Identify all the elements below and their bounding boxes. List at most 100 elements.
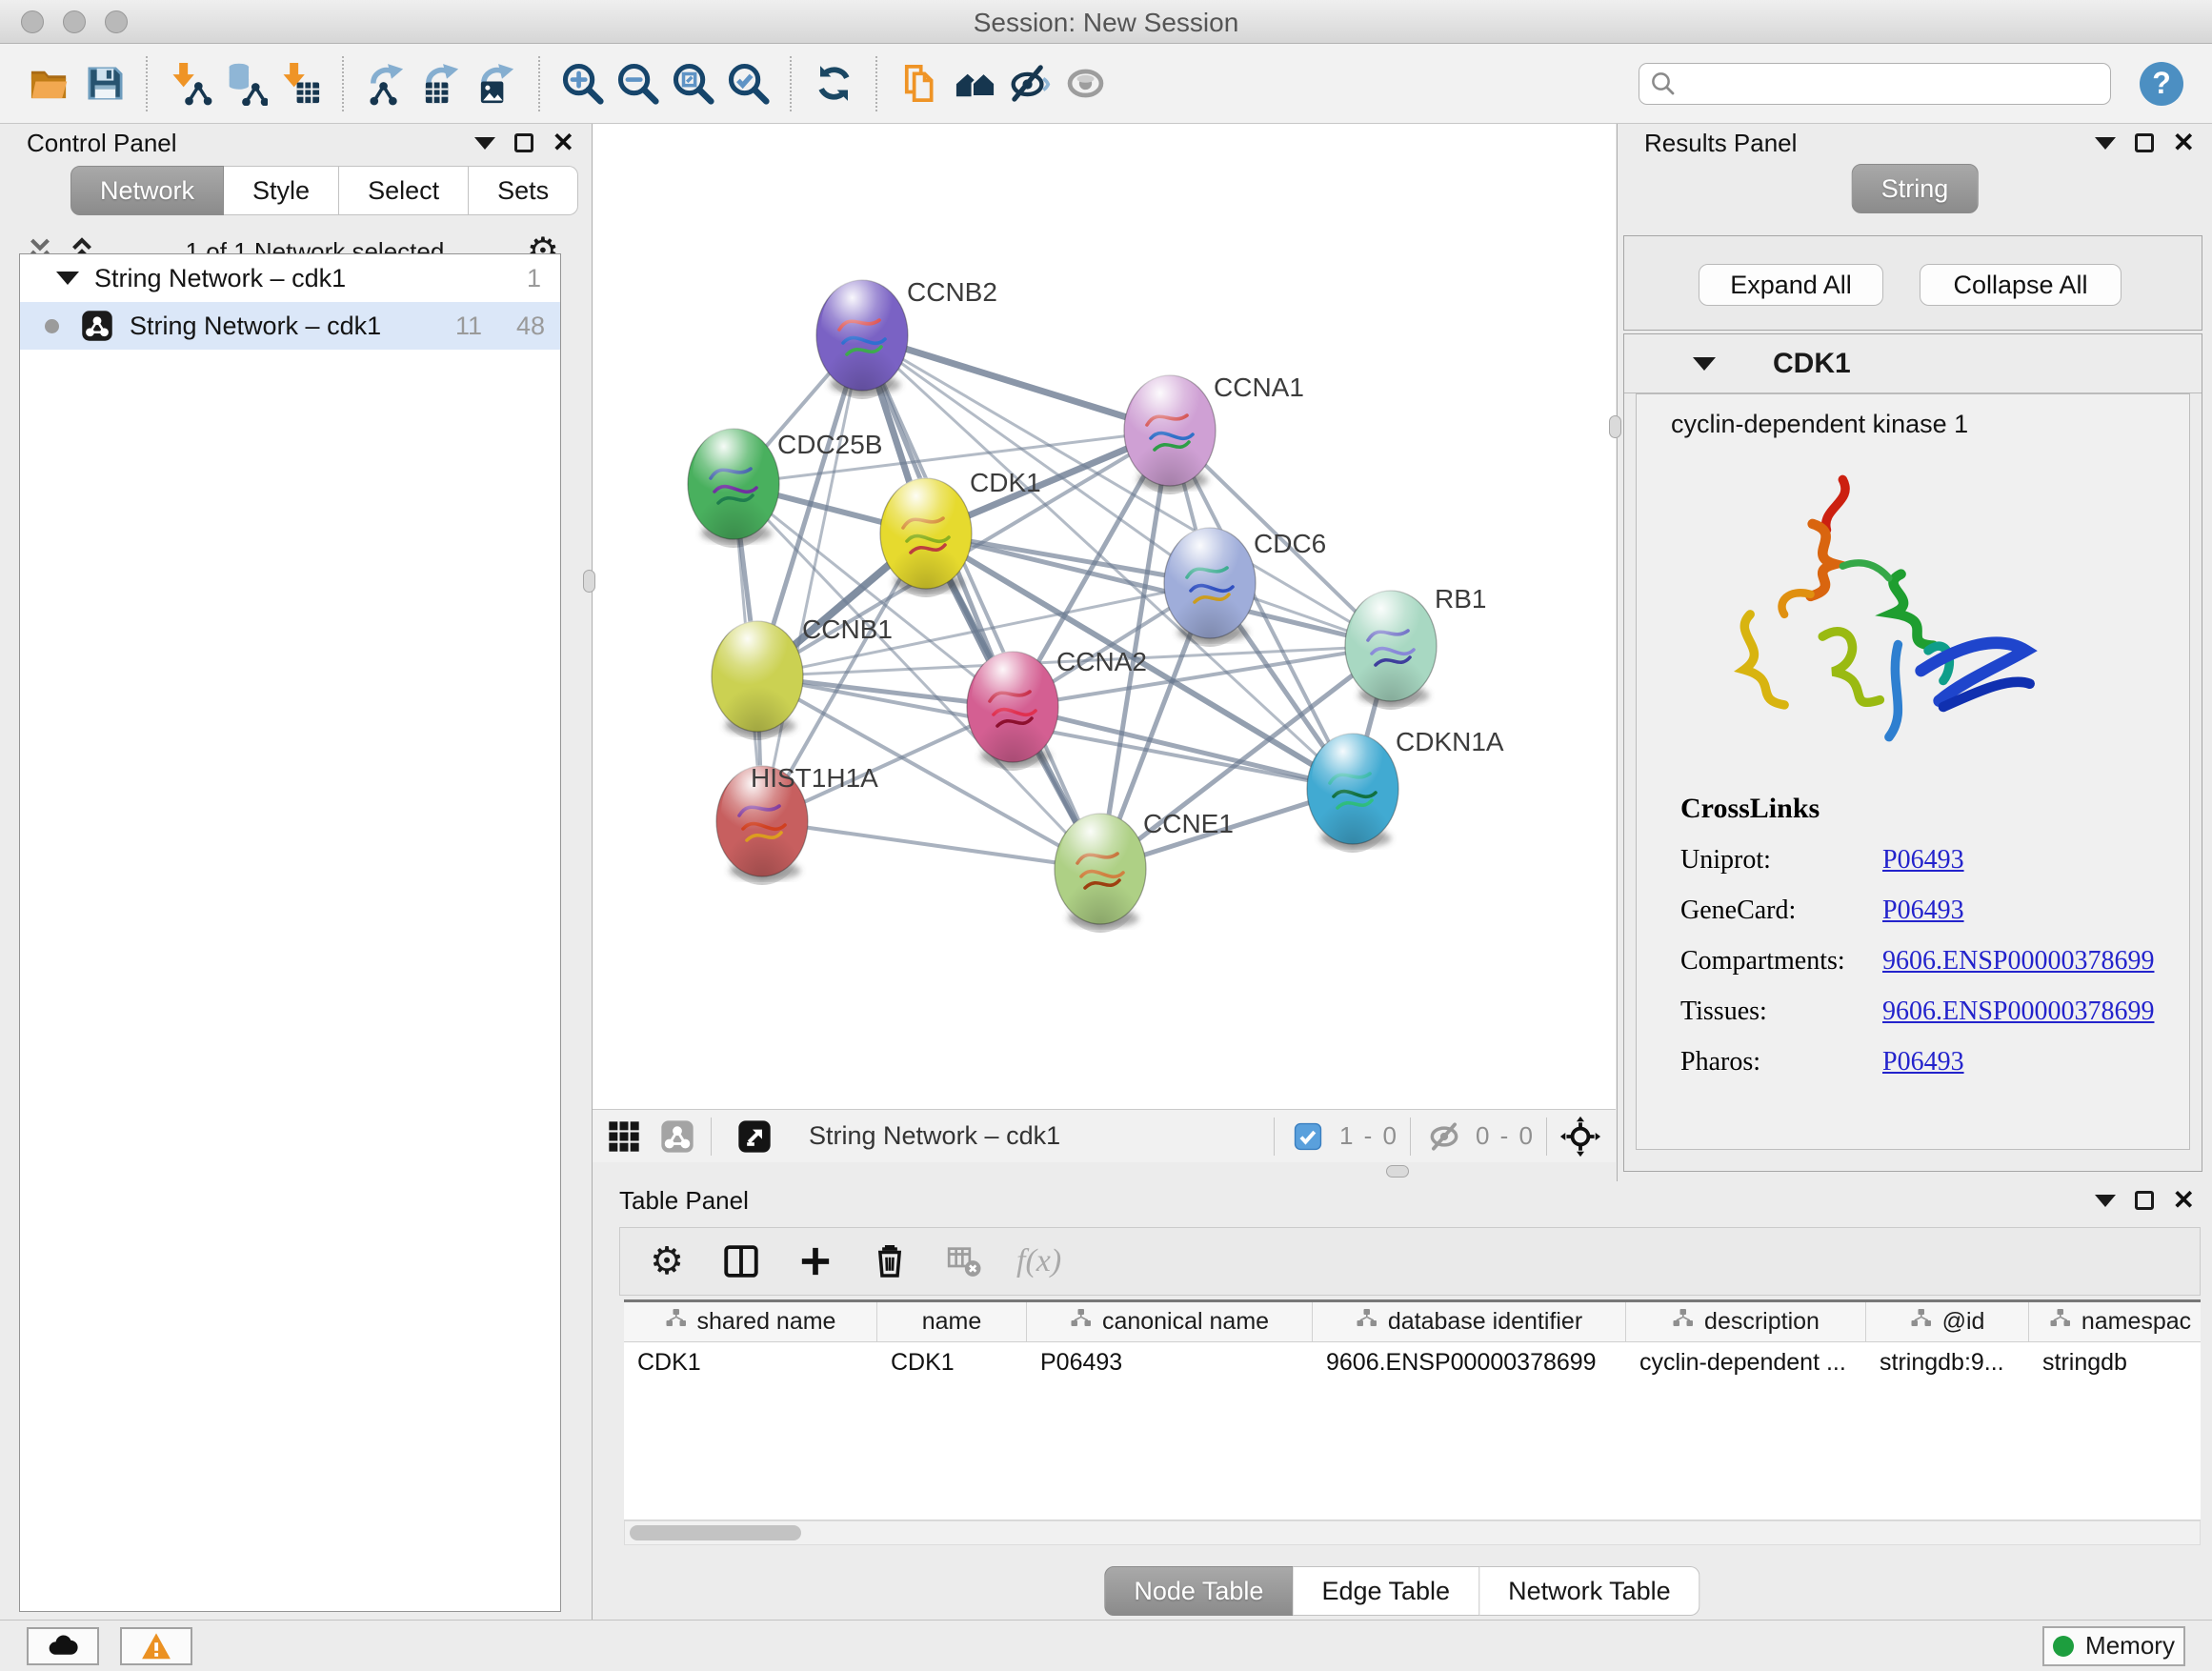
column-header-shared-name[interactable]: shared name	[624, 1302, 877, 1341]
refresh-button[interactable]	[806, 55, 861, 112]
help-button[interactable]: ?	[2140, 62, 2183, 106]
open-session-button[interactable]	[21, 55, 76, 112]
search-input[interactable]	[1678, 69, 2101, 98]
node-RB1[interactable]	[1345, 590, 1437, 710]
tab-node-table[interactable]: Node Table	[1104, 1566, 1293, 1616]
node-CCNA1[interactable]	[1124, 374, 1216, 494]
panel-float-icon[interactable]	[2135, 1191, 2154, 1210]
zoom-selected-button[interactable]	[720, 55, 775, 112]
column-header-database-identifier[interactable]: database identifier	[1313, 1302, 1626, 1341]
panel-float-icon[interactable]	[2135, 133, 2154, 152]
cloud-button[interactable]	[27, 1627, 99, 1665]
network-share-icon[interactable]	[655, 1115, 699, 1158]
crosslink-link[interactable]: P06493	[1882, 1037, 1964, 1087]
table-row[interactable]: CDK1CDK1P064939606.ENSP00000378699cyclin…	[624, 1342, 2201, 1382]
node-CDK1[interactable]	[880, 477, 972, 597]
open-in-window-icon[interactable]	[733, 1115, 776, 1158]
edge-HIST1H1A-CCNE1[interactable]	[762, 821, 1100, 869]
panel-menu-icon[interactable]	[2095, 137, 2116, 150]
node-CCNA2[interactable]	[967, 651, 1058, 771]
delete-column-icon[interactable]	[868, 1239, 912, 1283]
grid-view-icon[interactable]	[602, 1115, 646, 1158]
node-CDC6[interactable]	[1164, 527, 1256, 647]
export-table-button[interactable]	[413, 55, 469, 112]
scrollbar-thumb[interactable]	[630, 1525, 801, 1540]
tab-sets[interactable]: Sets	[469, 166, 578, 215]
edge-CCNB2-CCNE1[interactable]	[862, 335, 1100, 869]
zoom-fit-button[interactable]	[665, 55, 720, 112]
table-cell[interactable]: stringdb	[2029, 1342, 2201, 1382]
network-tree: String Network – cdk11String Network – c…	[19, 253, 561, 1612]
table-cell[interactable]: cyclin-dependent ...	[1626, 1342, 1866, 1382]
column-header--id[interactable]: @id	[1866, 1302, 2029, 1341]
network-graph[interactable]: CCNB2CCNA1CDC25BCDK1CDC6RB1CCNB1CCNA2CDK…	[593, 124, 1616, 1109]
column-header-description[interactable]: description	[1626, 1302, 1866, 1341]
tab-edge-table[interactable]: Edge Table	[1293, 1566, 1479, 1616]
panel-close-icon[interactable]: ✕	[553, 133, 574, 152]
import-table-button[interactable]	[272, 55, 328, 112]
network-tree-row[interactable]: String Network – cdk11148	[20, 302, 560, 350]
network-home-button[interactable]	[947, 55, 1002, 112]
splitter-handle[interactable]	[583, 570, 595, 593]
show-columns-icon[interactable]	[719, 1239, 763, 1283]
export-network-button[interactable]	[358, 55, 413, 112]
panel-close-icon[interactable]: ✕	[2173, 1191, 2195, 1210]
save-session-button[interactable]	[76, 55, 131, 112]
export-image-button[interactable]	[469, 55, 524, 112]
table-options-gear-icon[interactable]: ⚙	[645, 1239, 689, 1283]
import-network-button[interactable]	[162, 55, 217, 112]
splitter-handle[interactable]	[1609, 415, 1621, 438]
panel-close-icon[interactable]: ✕	[2173, 133, 2195, 152]
tab-string[interactable]: String	[1852, 164, 1979, 213]
expand-all-button[interactable]: Expand All	[1699, 264, 1883, 306]
collapse-triangle-icon[interactable]	[56, 272, 79, 285]
column-header-namespac[interactable]: namespac	[2029, 1302, 2201, 1341]
results-entry-header[interactable]: CDK1	[1624, 334, 2202, 393]
table-cell[interactable]: 9606.ENSP00000378699	[1313, 1342, 1626, 1382]
panel-menu-icon[interactable]	[474, 137, 495, 150]
zoom-out-button[interactable]	[610, 55, 665, 112]
collapse-all-button[interactable]: Collapse All	[1920, 264, 2122, 306]
tab-network-table[interactable]: Network Table	[1479, 1566, 1700, 1616]
show-graphics-details-button[interactable]	[1057, 55, 1113, 112]
crosslink-row: Pharos:P06493	[1680, 1037, 2189, 1087]
search-box[interactable]	[1639, 63, 2111, 105]
node-CCNE1[interactable]	[1055, 813, 1146, 933]
table-cell[interactable]: CDK1	[877, 1342, 1027, 1382]
table-cell[interactable]: P06493	[1027, 1342, 1313, 1382]
panel-float-icon[interactable]	[514, 133, 533, 152]
table-cell[interactable]: CDK1	[624, 1342, 877, 1382]
node-CCNB1[interactable]	[712, 620, 803, 740]
birds-eye-view-icon[interactable]	[1558, 1115, 1602, 1158]
table-horizontal-scrollbar[interactable]	[624, 1520, 2201, 1545]
splitter-handle[interactable]	[1386, 1165, 1409, 1178]
crosslink-link[interactable]: P06493	[1882, 885, 1964, 936]
node-CCNB2[interactable]	[816, 279, 908, 399]
add-column-icon[interactable]	[794, 1239, 837, 1283]
memory-button[interactable]: Memory	[2042, 1626, 2185, 1666]
tab-style[interactable]: Style	[224, 166, 339, 215]
collapse-triangle-icon[interactable]	[1693, 357, 1716, 371]
import-database-button[interactable]	[217, 55, 272, 112]
table-cell[interactable]: stringdb:9...	[1866, 1342, 2029, 1382]
edge-CCNB2-CCNA1[interactable]	[862, 335, 1170, 431]
selected-checkbox-icon[interactable]	[1286, 1115, 1330, 1158]
node-CDC25B[interactable]	[688, 428, 779, 548]
crosslink-link[interactable]: 9606.ENSP00000378699	[1882, 986, 2154, 1037]
column-header-name[interactable]: name	[877, 1302, 1027, 1341]
node-CDKN1A[interactable]	[1307, 733, 1398, 853]
zoom-in-button[interactable]	[554, 55, 610, 112]
panel-menu-icon[interactable]	[2095, 1195, 2116, 1207]
edge-CCNB2-HIST1H1A[interactable]	[762, 335, 862, 821]
network-canvas[interactable]: CCNB2CCNA1CDC25BCDK1CDC6RB1CCNB1CCNA2CDK…	[593, 124, 1616, 1109]
crosslink-link[interactable]: 9606.ENSP00000378699	[1882, 936, 2154, 986]
network-tree-row[interactable]: String Network – cdk11	[20, 254, 560, 302]
warnings-button[interactable]	[120, 1627, 192, 1665]
network-view-toolbar: String Network – cdk1 1 - 0 0 - 0	[593, 1109, 1616, 1162]
tab-select[interactable]: Select	[339, 166, 469, 215]
clipboard-button[interactable]	[892, 55, 947, 112]
column-header-canonical-name[interactable]: canonical name	[1027, 1302, 1313, 1341]
tab-network[interactable]: Network	[70, 166, 224, 215]
crosslink-link[interactable]: P06493	[1882, 835, 1964, 885]
hide-selected-button[interactable]	[1002, 55, 1057, 112]
